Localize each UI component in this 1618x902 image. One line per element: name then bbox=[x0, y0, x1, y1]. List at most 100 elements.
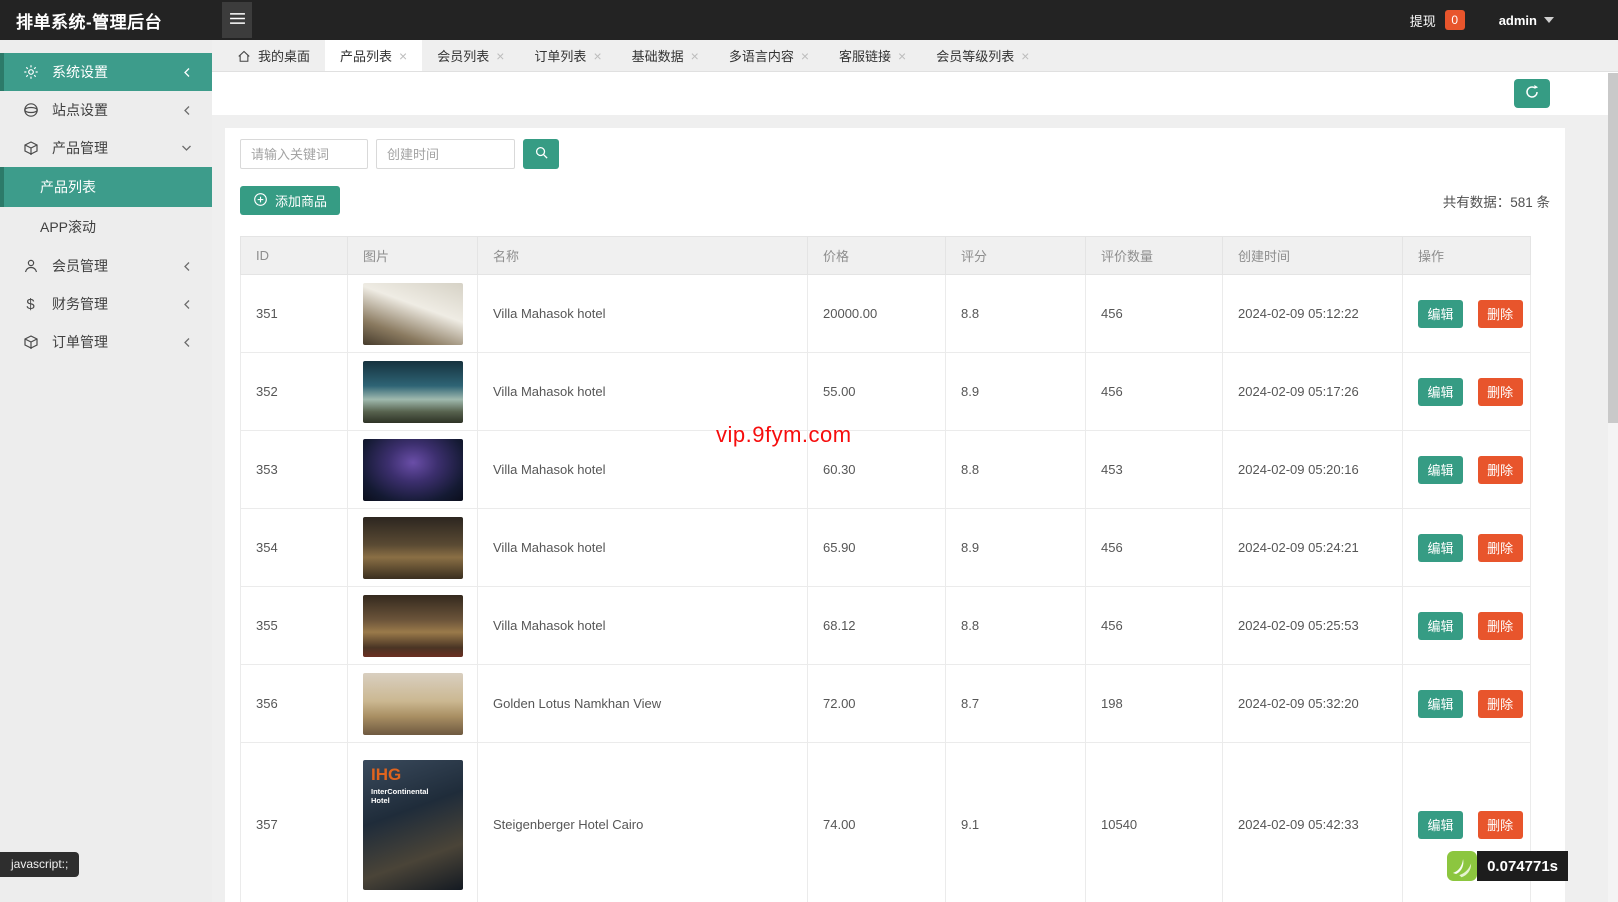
table-row: 354 Villa Mahasok hotel 65.90 8.9 456 20… bbox=[241, 509, 1531, 587]
thinkphp-icon[interactable] bbox=[1447, 851, 1477, 881]
debug-bar: 0.074771s bbox=[1447, 851, 1568, 881]
sidebar-item-label: 系统设置 bbox=[52, 62, 108, 82]
edit-button[interactable]: 编辑 bbox=[1418, 811, 1463, 839]
table-row: 355 Villa Mahasok hotel 68.12 8.8 456 20… bbox=[241, 587, 1531, 665]
product-reviews: 456 bbox=[1086, 587, 1223, 665]
tab-product-list[interactable]: 产品列表 × bbox=[325, 40, 422, 71]
sidebar-item-label: APP滚动 bbox=[40, 217, 96, 237]
edit-button[interactable]: 编辑 bbox=[1418, 300, 1463, 328]
sidebar-item-label: 订单管理 bbox=[52, 332, 108, 352]
sidebar-item-member-management[interactable]: 会员管理 bbox=[0, 247, 212, 285]
sidebar-toggle-button[interactable] bbox=[222, 2, 252, 38]
sidebar-item-system-settings[interactable]: 系统设置 bbox=[0, 53, 212, 91]
tab-close-icon[interactable]: × bbox=[691, 49, 699, 63]
refresh-button[interactable] bbox=[1514, 79, 1550, 108]
delete-button[interactable]: 删除 bbox=[1478, 534, 1523, 562]
tab-base-data[interactable]: 基础数据 × bbox=[617, 40, 714, 71]
table-row: 353 Villa Mahasok hotel 60.30 8.8 453 20… bbox=[241, 431, 1531, 509]
ihg-caption: InterContinental Hotel bbox=[371, 787, 443, 806]
globe-icon bbox=[22, 102, 39, 119]
product-price: 74.00 bbox=[808, 743, 946, 902]
product-reviews: 10540 bbox=[1086, 743, 1223, 902]
product-image[interactable] bbox=[363, 517, 463, 579]
tab-order-list[interactable]: 订单列表 × bbox=[519, 40, 616, 71]
product-created: 2024-02-09 05:42:33 bbox=[1223, 743, 1403, 902]
chevron-left-icon bbox=[182, 261, 192, 272]
product-image[interactable] bbox=[363, 283, 463, 345]
product-reviews: 456 bbox=[1086, 275, 1223, 353]
product-image[interactable] bbox=[363, 361, 463, 423]
product-rating: 8.8 bbox=[946, 275, 1086, 353]
tab-member-list[interactable]: 会员列表 × bbox=[422, 40, 519, 71]
delete-button[interactable]: 删除 bbox=[1478, 300, 1523, 328]
delete-button[interactable]: 删除 bbox=[1478, 690, 1523, 718]
admin-window: 排单系统-管理后台 提现 0 admin 系统设置 bbox=[0, 0, 1618, 902]
delete-button[interactable]: 删除 bbox=[1478, 456, 1523, 484]
delete-button[interactable]: 删除 bbox=[1478, 612, 1523, 640]
tab-close-icon[interactable]: × bbox=[1021, 49, 1029, 63]
add-product-button[interactable]: 添加商品 bbox=[240, 186, 340, 215]
product-image[interactable] bbox=[363, 439, 463, 501]
chevron-down-icon bbox=[181, 143, 192, 153]
refresh-icon bbox=[1524, 84, 1540, 103]
caret-down-icon bbox=[1544, 17, 1554, 23]
hamburger-icon bbox=[229, 12, 246, 28]
product-rating: 9.1 bbox=[946, 743, 1086, 902]
delete-button[interactable]: 删除 bbox=[1478, 811, 1523, 839]
table-row: 356 Golden Lotus Namkhan View 72.00 8.7 … bbox=[241, 665, 1531, 743]
tab-bar: 我的桌面 产品列表 × 会员列表 × 订单列表 × 基础数据 × bbox=[212, 40, 1618, 72]
tab-customer-service[interactable]: 客服链接 × bbox=[824, 40, 921, 71]
user-icon bbox=[22, 258, 39, 275]
product-created: 2024-02-09 05:25:53 bbox=[1223, 587, 1403, 665]
sidebar-item-site-settings[interactable]: 站点设置 bbox=[0, 91, 212, 129]
tab-close-icon[interactable]: × bbox=[801, 49, 809, 63]
sidebar-item-order-management[interactable]: 订单管理 bbox=[0, 323, 212, 361]
sidebar-item-finance-management[interactable]: $ 财务管理 bbox=[0, 285, 212, 323]
delete-button[interactable]: 删除 bbox=[1478, 378, 1523, 406]
withdraw-count-badge: 0 bbox=[1445, 10, 1465, 30]
sidebar-item-product-management[interactable]: 产品管理 bbox=[0, 129, 212, 167]
product-name: Villa Mahasok hotel bbox=[478, 353, 808, 431]
created-time-input[interactable] bbox=[376, 139, 515, 169]
sidebar-item-app-scroll[interactable]: APP滚动 bbox=[0, 207, 212, 247]
product-id: 351 bbox=[241, 275, 348, 353]
tab-my-desktop[interactable]: 我的桌面 bbox=[222, 40, 325, 71]
keyword-input[interactable] bbox=[240, 139, 368, 169]
tab-label: 多语言内容 bbox=[729, 46, 794, 65]
product-image[interactable] bbox=[363, 673, 463, 735]
withdraw-label: 提现 bbox=[1410, 11, 1436, 30]
edit-button[interactable]: 编辑 bbox=[1418, 612, 1463, 640]
sidebar-item-label: 财务管理 bbox=[52, 294, 108, 314]
product-id: 353 bbox=[241, 431, 348, 509]
sidebar: 系统设置 站点设置 产品管理 产品列表 APP滚动 bbox=[0, 40, 212, 902]
product-image[interactable]: IHG InterContinental Hotel bbox=[363, 760, 463, 890]
product-image[interactable] bbox=[363, 595, 463, 657]
total-count: 共有数据：581 条 bbox=[1443, 191, 1550, 211]
ihg-logo: IHG bbox=[371, 765, 401, 785]
tab-member-level-list[interactable]: 会员等级列表 × bbox=[921, 40, 1044, 71]
col-header-actions: 操作 bbox=[1403, 237, 1531, 275]
sidebar-item-product-list[interactable]: 产品列表 bbox=[0, 167, 212, 207]
product-name: Villa Mahasok hotel bbox=[478, 431, 808, 509]
edit-button[interactable]: 编辑 bbox=[1418, 534, 1463, 562]
scrollbar-thumb[interactable] bbox=[1608, 73, 1618, 423]
tab-close-icon[interactable]: × bbox=[496, 49, 504, 63]
product-created: 2024-02-09 05:20:16 bbox=[1223, 431, 1403, 509]
tab-close-icon[interactable]: × bbox=[593, 49, 601, 63]
gear-icon bbox=[22, 64, 39, 81]
tab-multilanguage[interactable]: 多语言内容 × bbox=[714, 40, 824, 71]
tab-close-icon[interactable]: × bbox=[399, 49, 407, 63]
edit-button[interactable]: 编辑 bbox=[1418, 456, 1463, 484]
edit-button[interactable]: 编辑 bbox=[1418, 378, 1463, 406]
user-menu[interactable]: admin bbox=[1499, 13, 1554, 28]
page-toolbar bbox=[212, 72, 1618, 115]
withdraw-link[interactable]: 提现 0 bbox=[1410, 10, 1465, 30]
edit-button[interactable]: 编辑 bbox=[1418, 690, 1463, 718]
search-button[interactable] bbox=[523, 139, 559, 169]
tab-label: 订单列表 bbox=[534, 46, 586, 65]
scrollbar[interactable] bbox=[1608, 73, 1618, 902]
table-row: 352 Villa Mahasok hotel 55.00 8.9 456 20… bbox=[241, 353, 1531, 431]
tab-close-icon[interactable]: × bbox=[898, 49, 906, 63]
top-bar: 排单系统-管理后台 提现 0 admin bbox=[0, 0, 1618, 40]
status-bubble: javascript:; bbox=[0, 852, 79, 877]
